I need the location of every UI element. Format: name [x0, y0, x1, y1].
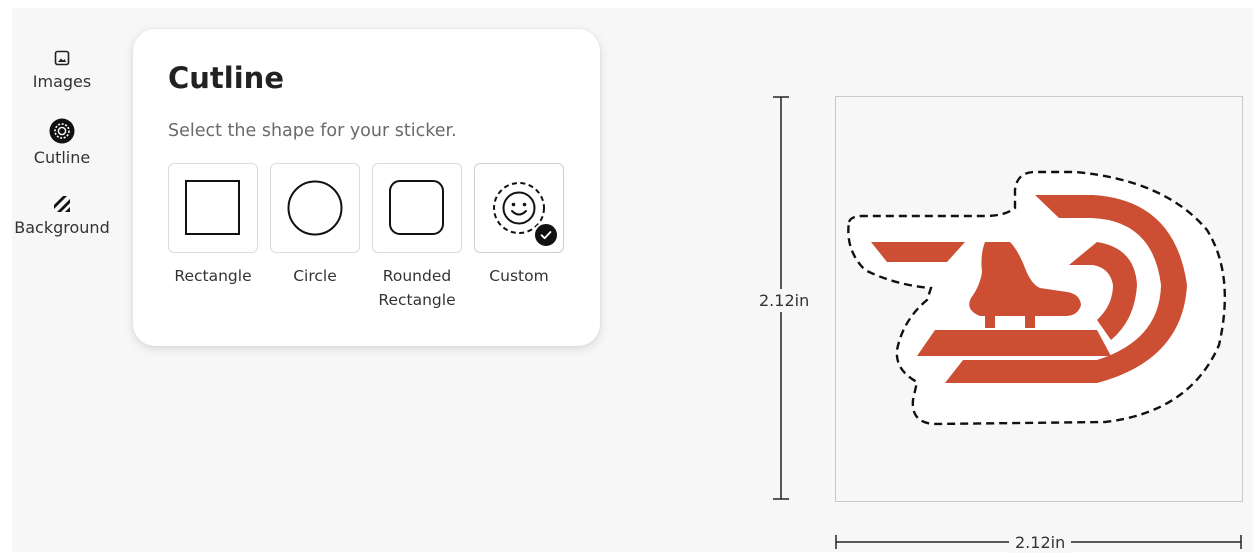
shape-option-custom[interactable]: Custom [474, 163, 564, 288]
shape-option-rounded-rectangle[interactable]: Rounded Rectangle [372, 163, 462, 312]
width-dimension-label: 2.12in [1009, 533, 1072, 553]
rounded-square-icon [389, 180, 444, 235]
shape-option-label: Rounded Rectangle [378, 267, 456, 309]
sidebar-item-label: Background [14, 218, 110, 237]
sticker-preview[interactable] [835, 160, 1235, 430]
sidebar-item-background[interactable]: Background [0, 194, 124, 237]
cutline-panel: Cutline Select the shape for your sticke… [133, 29, 600, 346]
sidebar-item-label: Cutline [33, 148, 91, 167]
height-dimension-label: 2.12in [759, 289, 810, 312]
shape-option-label: Circle [293, 267, 337, 285]
logo-blade-bar [917, 330, 1111, 356]
sidebar-item-cutline[interactable]: Cutline [0, 118, 124, 167]
shape-option-label: Rectangle [174, 267, 252, 285]
shape-option-circle[interactable]: Circle [270, 163, 360, 288]
image-icon [52, 48, 72, 68]
background-icon [52, 194, 72, 214]
sidebar-item-label: Images [32, 72, 92, 91]
square-icon [185, 180, 240, 235]
shape-option-label: Custom [489, 267, 549, 285]
shape-option-rectangle[interactable]: Rectangle [168, 163, 258, 288]
cutline-icon [49, 118, 75, 144]
selected-check-icon [533, 222, 559, 248]
sidebar-item-images[interactable]: Images [0, 48, 124, 91]
panel-subtitle: Select the shape for your sticker. [168, 121, 457, 141]
panel-title: Cutline [168, 61, 284, 95]
circle-icon [287, 180, 343, 236]
